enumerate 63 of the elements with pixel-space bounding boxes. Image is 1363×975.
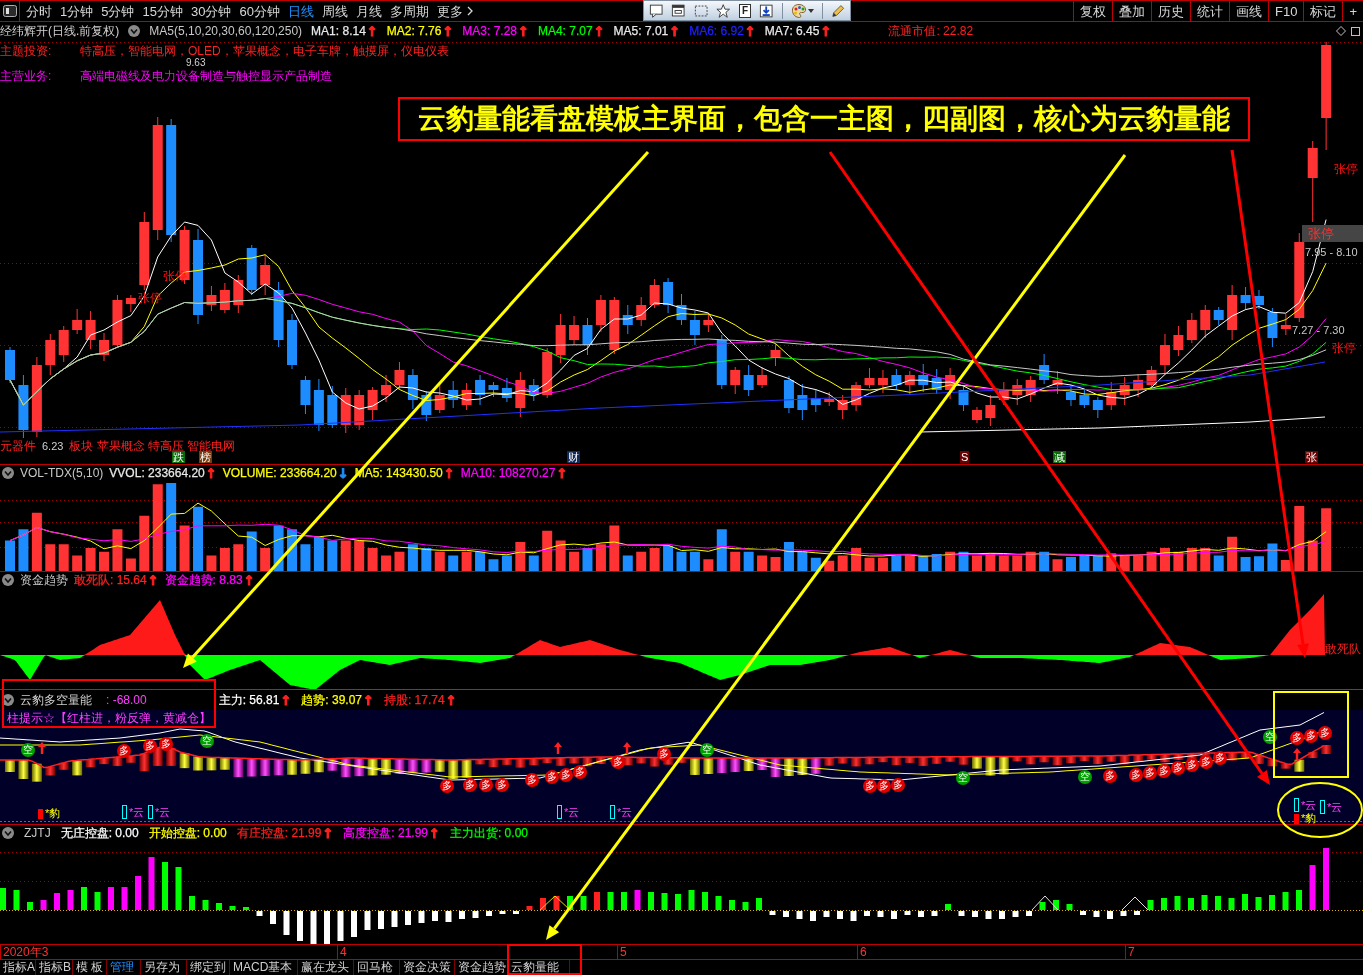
- period-tab[interactable]: 多周期: [385, 4, 433, 18]
- star-icon: [716, 2, 731, 19]
- toolbar-button[interactable]: 画线: [1229, 1, 1268, 21]
- chevron-right-icon: [466, 6, 473, 16]
- panel-title: 云豹多空量能: [20, 694, 92, 706]
- toolbar-button[interactable]: 统计: [1190, 1, 1229, 21]
- period-tab[interactable]: 周线: [317, 4, 352, 18]
- trend-arrow: ↑: [243, 573, 255, 587]
- comment-icon: [649, 2, 664, 19]
- date-label: 4: [337, 945, 347, 959]
- toolbar-button[interactable]: 叠加: [1112, 1, 1151, 21]
- window-icon: [671, 2, 686, 19]
- period-tab[interactable]: 15分钟: [138, 4, 187, 18]
- date-label: 6: [857, 945, 867, 959]
- date-label: 2020年3: [0, 945, 49, 959]
- trend-arrow: ↑: [363, 693, 374, 707]
- period-tab[interactable]: 更多: [432, 4, 467, 18]
- date-label: 7: [1125, 945, 1135, 959]
- sidebar-icon: [2, 5, 17, 17]
- selection-icon: [693, 2, 709, 19]
- f-button[interactable]: F: [738, 3, 752, 18]
- period-tab[interactable]: 60分钟: [235, 4, 284, 18]
- toolbar-button[interactable]: 标记: [1303, 1, 1343, 21]
- indicator-value: 趋势: 39.07: [301, 694, 362, 706]
- toolbar-button[interactable]: 历史: [1151, 1, 1190, 21]
- indicator-value: 敢死队: 15.64: [74, 574, 147, 586]
- template-tab[interactable]: 指标A: [0, 960, 36, 975]
- toolbar-button[interactable]: 复权: [1073, 1, 1112, 21]
- template-tab[interactable]: 指标B: [36, 960, 73, 975]
- trend-arrow: ↑: [445, 693, 457, 707]
- template-tab[interactable]: 资金决策: [400, 960, 455, 975]
- template-tab[interactable]: 绑定到: [187, 960, 230, 975]
- template-tab[interactable]: 回马枪: [354, 960, 400, 975]
- trend-arrow: ↑: [280, 693, 292, 707]
- template-tab[interactable]: 管理: [107, 960, 141, 975]
- period-tab[interactable]: 5分钟: [97, 4, 139, 18]
- template-tab[interactable]: 云豹量能: [508, 960, 570, 975]
- template-tab[interactable]: 模 板: [73, 960, 107, 975]
- download-icon: [759, 2, 774, 19]
- period-tab[interactable]: 月线: [351, 4, 386, 18]
- template-tab[interactable]: 赢在龙头: [298, 960, 354, 975]
- caret-down-icon: [807, 8, 814, 13]
- period-tab[interactable]: 1分钟: [56, 4, 98, 18]
- template-tab[interactable]: MACD基本: [230, 960, 298, 975]
- period-tab[interactable]: 日线: [283, 4, 318, 18]
- date-label: 5: [617, 945, 627, 959]
- period-tab[interactable]: 分时: [22, 4, 56, 18]
- indicator-value: 资金趋势: 8.83: [164, 574, 243, 586]
- series-label: 敢死队: [1325, 643, 1361, 656]
- period-tab[interactable]: 30分钟: [186, 4, 236, 18]
- indicator-value: 持股: 17.74: [383, 694, 445, 706]
- caret-down-icon: [2, 574, 14, 586]
- caret-down-icon: [2, 694, 14, 706]
- trend-arrow: ↑: [147, 573, 159, 587]
- pencil-icon: [830, 2, 846, 19]
- toolbar-button[interactable]: F10: [1268, 1, 1304, 21]
- indicator-value: 主力: 56.81: [218, 694, 280, 706]
- indicator-value: : -68.00: [106, 694, 147, 706]
- panel-title: 资金趋势: [20, 574, 68, 586]
- palette-icon: [790, 2, 807, 19]
- toolbar-button[interactable]: +: [1342, 1, 1363, 21]
- template-tab[interactable]: 资金趋势: [455, 960, 508, 975]
- template-tab[interactable]: 另存为: [141, 960, 187, 975]
